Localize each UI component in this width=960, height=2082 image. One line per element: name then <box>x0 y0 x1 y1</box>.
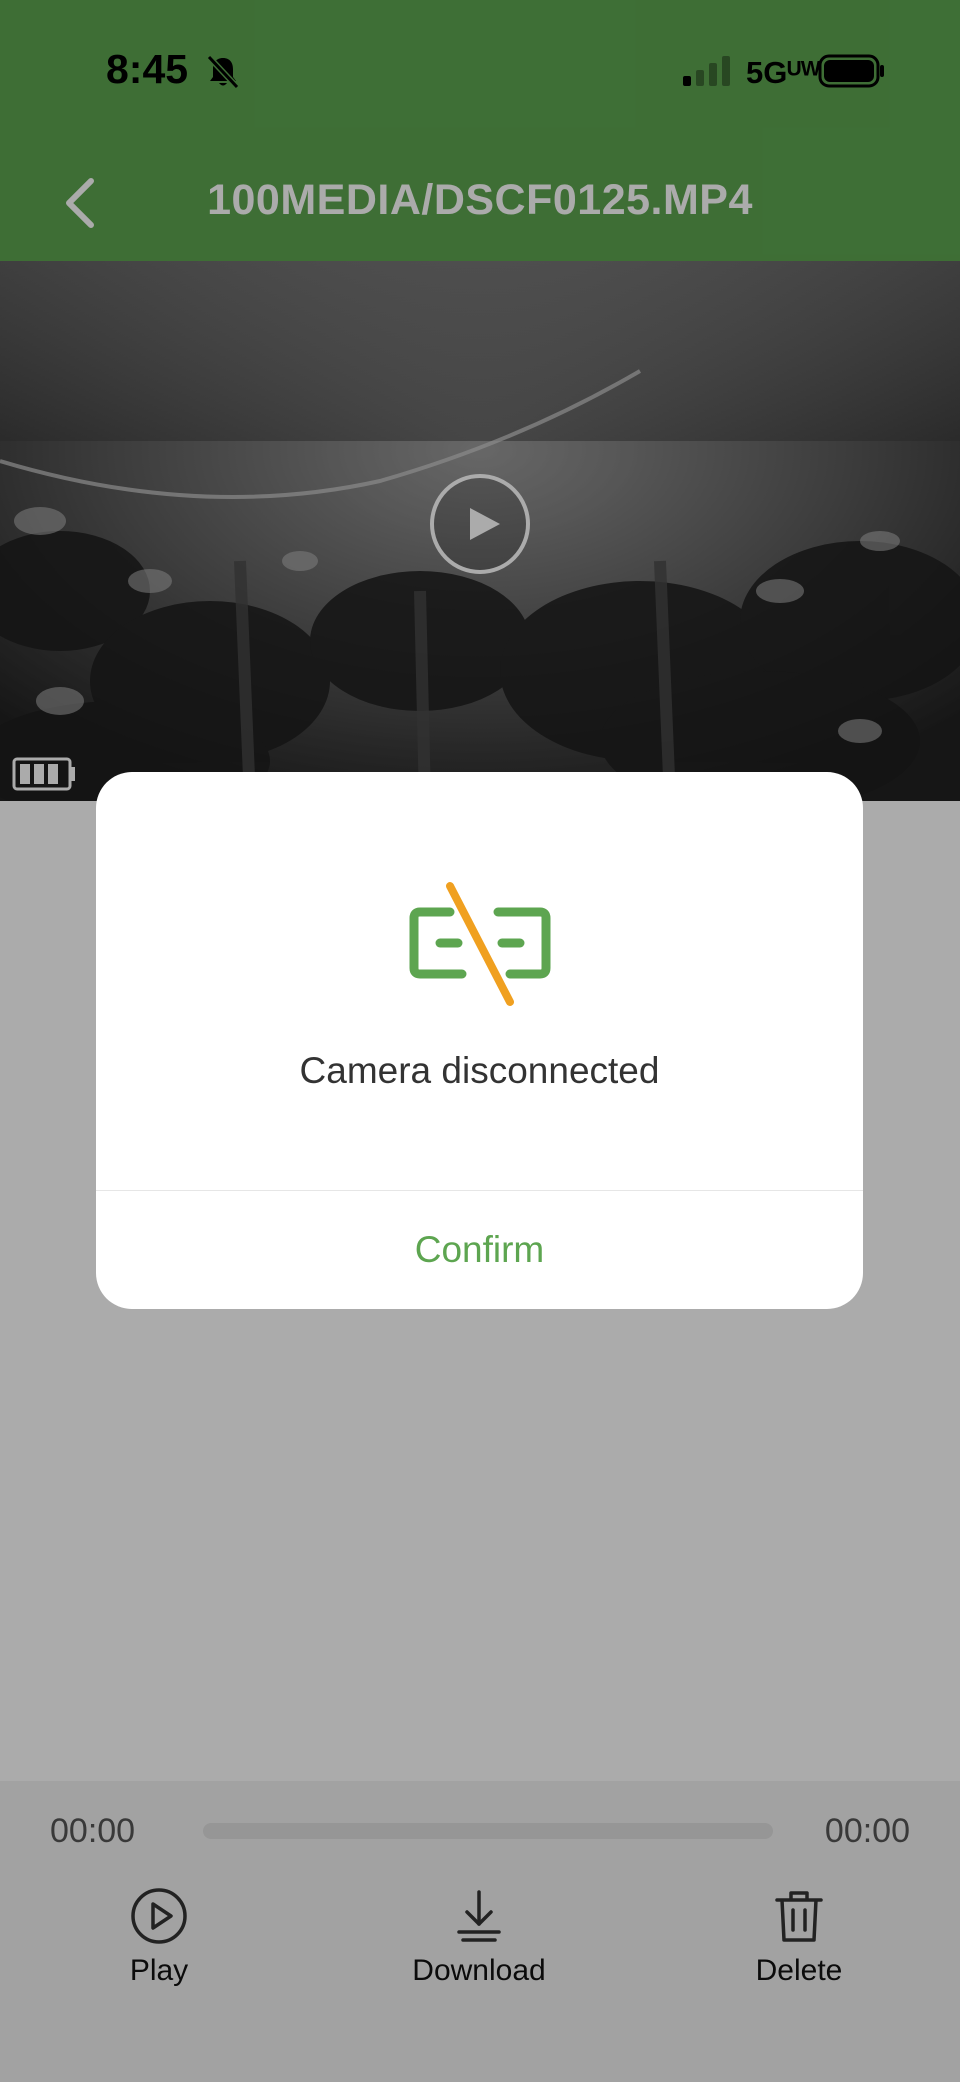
camera-disconnected-icon <box>409 882 551 1006</box>
confirm-button[interactable]: Confirm <box>96 1191 863 1309</box>
disconnect-dialog: Camera disconnected Confirm <box>96 772 863 1309</box>
dialog-message: Camera disconnected <box>299 1050 660 1091</box>
